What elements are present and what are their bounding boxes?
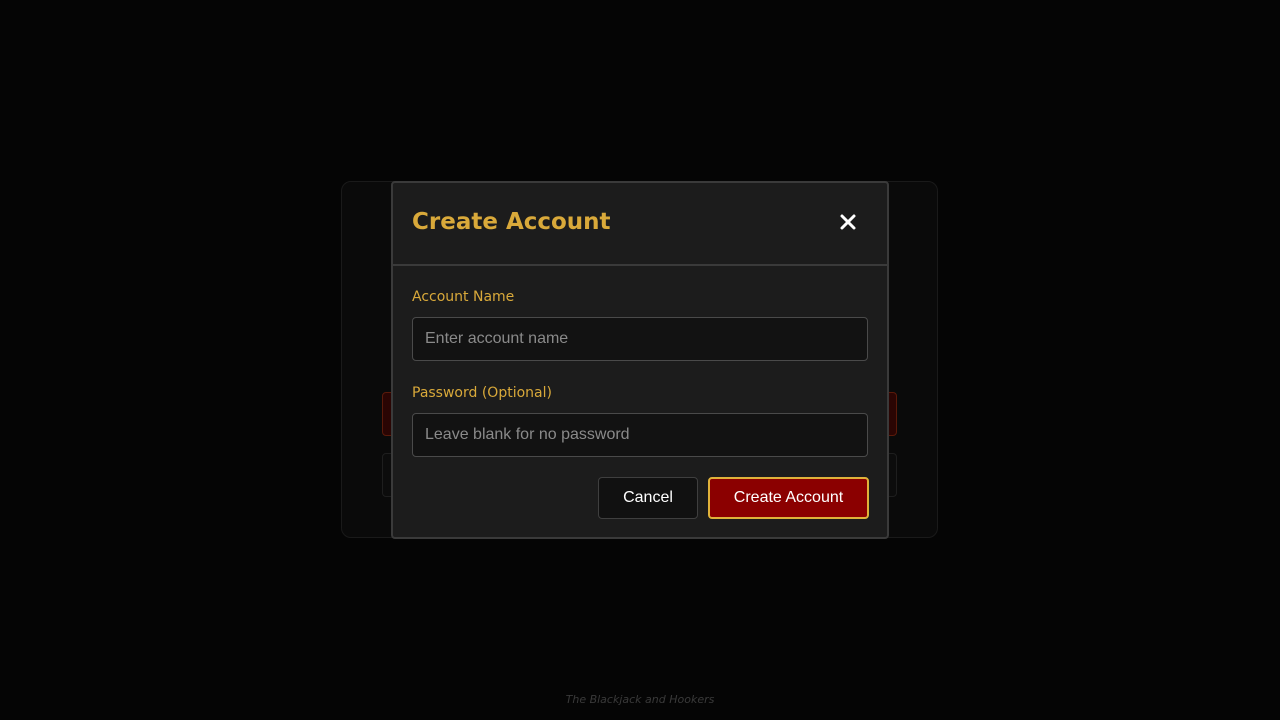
create-account-button[interactable]: Create Account (708, 477, 869, 519)
account-name-input[interactable] (412, 317, 868, 361)
account-name-label: Account Name (412, 289, 515, 305)
password-input[interactable] (412, 413, 868, 457)
password-label: Password (Optional) (412, 385, 552, 401)
footer-text: The Blackjack and Hookers (565, 693, 715, 706)
close-icon (840, 214, 856, 230)
dialog-title: Create Account (412, 209, 611, 235)
create-account-dialog: Create Account Account Name Password (Op… (391, 181, 889, 539)
close-button[interactable] (833, 207, 863, 237)
dialog-header: Create Account (393, 183, 887, 266)
cancel-button[interactable]: Cancel (598, 477, 698, 519)
